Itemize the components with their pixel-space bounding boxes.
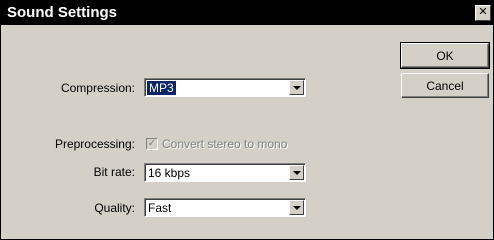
convert-stereo-label: Convert stereo to mono: [162, 137, 288, 151]
chevron-down-icon[interactable]: [289, 165, 304, 180]
quality-value: Fast: [148, 201, 172, 215]
bit-rate-value: 16 kbps: [148, 166, 191, 180]
preprocessing-label: Preprocessing:: [54, 137, 135, 151]
sound-settings-dialog: Sound Settings ✕ OK Cancel Compression: …: [0, 0, 494, 240]
quality-label: Quality:: [94, 201, 135, 215]
close-icon: ✕: [478, 6, 488, 18]
ok-button[interactable]: OK: [400, 42, 490, 69]
chevron-down-icon[interactable]: [289, 80, 304, 95]
convert-stereo-checkbox[interactable]: ✓: [146, 138, 158, 150]
close-button[interactable]: ✕: [475, 5, 491, 21]
compression-select[interactable]: MP3: [144, 78, 306, 97]
title-bar: Sound Settings ✕: [1, 1, 493, 25]
compression-value: MP3: [147, 81, 176, 95]
cancel-button[interactable]: Cancel: [401, 73, 489, 98]
compression-label: Compression:: [60, 81, 135, 95]
bit-rate-label: Bit rate:: [93, 165, 135, 179]
chevron-down-icon[interactable]: [289, 200, 304, 215]
dialog-title: Sound Settings: [7, 4, 117, 21]
quality-select[interactable]: Fast: [144, 198, 306, 217]
bit-rate-select[interactable]: 16 kbps: [144, 163, 306, 182]
checkmark-icon: ✓: [147, 138, 157, 149]
